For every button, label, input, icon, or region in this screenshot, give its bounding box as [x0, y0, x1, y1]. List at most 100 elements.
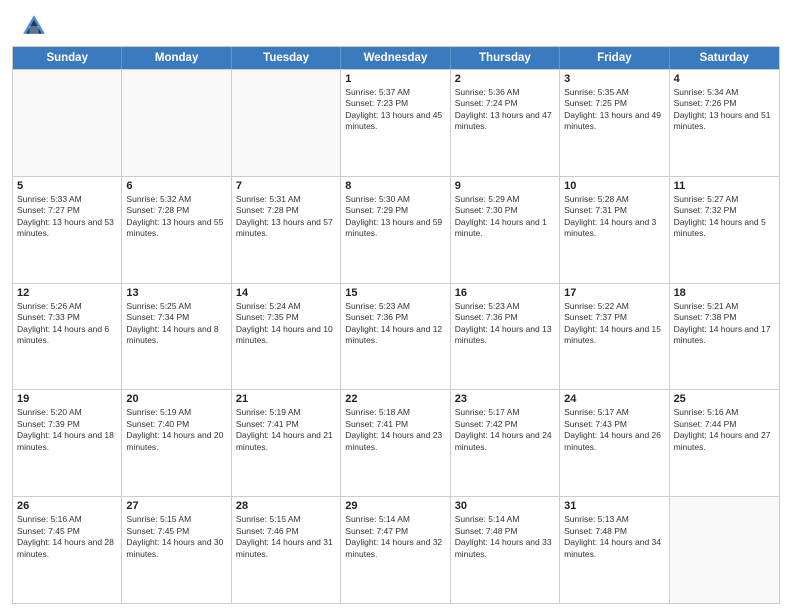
- cell-sun-info: Sunrise: 5:22 AM Sunset: 7:37 PM Dayligh…: [564, 301, 664, 347]
- cell-sun-info: Sunrise: 5:34 AM Sunset: 7:26 PM Dayligh…: [674, 87, 775, 133]
- cell-sun-info: Sunrise: 5:27 AM Sunset: 7:32 PM Dayligh…: [674, 194, 775, 240]
- calendar-week: 26 Sunrise: 5:16 AM Sunset: 7:45 PM Dayli…: [13, 496, 779, 603]
- day-number: 30: [455, 500, 555, 512]
- cell-sun-info: Sunrise: 5:31 AM Sunset: 7:28 PM Dayligh…: [236, 194, 336, 240]
- day-number: 7: [236, 180, 336, 192]
- day-number: 18: [674, 287, 775, 299]
- cell-sun-info: Sunrise: 5:23 AM Sunset: 7:36 PM Dayligh…: [345, 301, 445, 347]
- calendar-cell: 8Sunrise: 5:30 AM Sunset: 7:29 PM Daylig…: [341, 177, 450, 283]
- day-number: 26: [17, 500, 117, 512]
- day-number: 16: [455, 287, 555, 299]
- day-number: 12: [17, 287, 117, 299]
- day-number: 3: [564, 73, 664, 85]
- cell-sun-info: Sunrise: 5:19 AM Sunset: 7:40 PM Dayligh…: [126, 407, 226, 453]
- header: [0, 0, 792, 46]
- calendar-week: 1Sunrise: 5:37 AM Sunset: 7:23 PM Daylig…: [13, 69, 779, 176]
- day-number: 23: [455, 393, 555, 405]
- calendar-week: 5 Sunrise: 5:33 AM Sunset: 7:27 PM Daylig…: [13, 176, 779, 283]
- day-number: 8: [345, 180, 445, 192]
- calendar-cell: [670, 497, 779, 603]
- calendar-cell: 26 Sunrise: 5:16 AM Sunset: 7:45 PM Dayli…: [13, 497, 122, 603]
- day-number: 9: [455, 180, 555, 192]
- cell-sun-info: Sunrise: 5:18 AM Sunset: 7:41 PM Dayligh…: [345, 407, 445, 453]
- calendar-cell: 7 Sunrise: 5:31 AM Sunset: 7:28 PM Daylig…: [232, 177, 341, 283]
- cell-sun-info: Sunrise: 5:16 AM Sunset: 7:45 PM Dayligh…: [17, 514, 117, 560]
- cell-sun-info: Sunrise: 5:28 AM Sunset: 7:31 PM Dayligh…: [564, 194, 664, 240]
- cell-sun-info: Sunrise: 5:17 AM Sunset: 7:43 PM Dayligh…: [564, 407, 664, 453]
- day-number: 5: [17, 180, 117, 192]
- cell-sun-info: Sunrise: 5:24 AM Sunset: 7:35 PM Dayligh…: [236, 301, 336, 347]
- calendar-cell: 28 Sunrise: 5:15 AM Sunset: 7:46 PM Dayli…: [232, 497, 341, 603]
- cell-sun-info: Sunrise: 5:29 AM Sunset: 7:30 PM Dayligh…: [455, 194, 555, 240]
- cell-sun-info: Sunrise: 5:25 AM Sunset: 7:34 PM Dayligh…: [126, 301, 226, 347]
- page: SundayMondayTuesdayWednesdayThursdayFrid…: [0, 0, 792, 612]
- calendar-cell: 13 Sunrise: 5:25 AM Sunset: 7:34 PM Dayli…: [122, 284, 231, 390]
- calendar-cell: 23 Sunrise: 5:17 AM Sunset: 7:42 PM Dayli…: [451, 390, 560, 496]
- calendar: SundayMondayTuesdayWednesdayThursdayFrid…: [12, 46, 780, 604]
- cell-sun-info: Sunrise: 5:13 AM Sunset: 7:48 PM Dayligh…: [564, 514, 664, 560]
- day-number: 25: [674, 393, 775, 405]
- calendar-cell: 21 Sunrise: 5:19 AM Sunset: 7:41 PM Dayli…: [232, 390, 341, 496]
- calendar-header-cell: Monday: [122, 47, 231, 69]
- calendar-cell: 18Sunrise: 5:21 AM Sunset: 7:38 PM Dayli…: [670, 284, 779, 390]
- cell-sun-info: Sunrise: 5:36 AM Sunset: 7:24 PM Dayligh…: [455, 87, 555, 133]
- day-number: 11: [674, 180, 775, 192]
- cell-sun-info: Sunrise: 5:32 AM Sunset: 7:28 PM Dayligh…: [126, 194, 226, 240]
- calendar-cell: 2 Sunrise: 5:36 AM Sunset: 7:24 PM Daylig…: [451, 70, 560, 176]
- day-number: 14: [236, 287, 336, 299]
- calendar-cell: 31 Sunrise: 5:13 AM Sunset: 7:48 PM Dayli…: [560, 497, 669, 603]
- calendar-header: SundayMondayTuesdayWednesdayThursdayFrid…: [13, 47, 779, 69]
- cell-sun-info: Sunrise: 5:14 AM Sunset: 7:48 PM Dayligh…: [455, 514, 555, 560]
- calendar-header-cell: Thursday: [451, 47, 560, 69]
- cell-sun-info: Sunrise: 5:15 AM Sunset: 7:45 PM Dayligh…: [126, 514, 226, 560]
- day-number: 28: [236, 500, 336, 512]
- logo: [20, 12, 52, 40]
- calendar-cell: 29 Sunrise: 5:14 AM Sunset: 7:47 PM Dayli…: [341, 497, 450, 603]
- calendar-header-cell: Wednesday: [341, 47, 450, 69]
- calendar-cell: 25 Sunrise: 5:16 AM Sunset: 7:44 PM Dayli…: [670, 390, 779, 496]
- calendar-cell: 17 Sunrise: 5:22 AM Sunset: 7:37 PM Dayli…: [560, 284, 669, 390]
- day-number: 17: [564, 287, 664, 299]
- calendar-cell: 30 Sunrise: 5:14 AM Sunset: 7:48 PM Dayli…: [451, 497, 560, 603]
- calendar-header-cell: Friday: [560, 47, 669, 69]
- day-number: 31: [564, 500, 664, 512]
- day-number: 29: [345, 500, 445, 512]
- day-number: 21: [236, 393, 336, 405]
- cell-sun-info: Sunrise: 5:26 AM Sunset: 7:33 PM Dayligh…: [17, 301, 117, 347]
- calendar-cell: 5 Sunrise: 5:33 AM Sunset: 7:27 PM Daylig…: [13, 177, 122, 283]
- day-number: 15: [345, 287, 445, 299]
- calendar-cell: 9 Sunrise: 5:29 AM Sunset: 7:30 PM Daylig…: [451, 177, 560, 283]
- calendar-cell: 1Sunrise: 5:37 AM Sunset: 7:23 PM Daylig…: [341, 70, 450, 176]
- day-number: 24: [564, 393, 664, 405]
- calendar-cell: [232, 70, 341, 176]
- cell-sun-info: Sunrise: 5:19 AM Sunset: 7:41 PM Dayligh…: [236, 407, 336, 453]
- day-number: 19: [17, 393, 117, 405]
- calendar-cell: 3 Sunrise: 5:35 AM Sunset: 7:25 PM Daylig…: [560, 70, 669, 176]
- calendar-cell: 12 Sunrise: 5:26 AM Sunset: 7:33 PM Dayli…: [13, 284, 122, 390]
- cell-sun-info: Sunrise: 5:15 AM Sunset: 7:46 PM Dayligh…: [236, 514, 336, 560]
- cell-sun-info: Sunrise: 5:20 AM Sunset: 7:39 PM Dayligh…: [17, 407, 117, 453]
- day-number: 22: [345, 393, 445, 405]
- cell-sun-info: Sunrise: 5:35 AM Sunset: 7:25 PM Dayligh…: [564, 87, 664, 133]
- calendar-cell: 6 Sunrise: 5:32 AM Sunset: 7:28 PM Daylig…: [122, 177, 231, 283]
- cell-sun-info: Sunrise: 5:16 AM Sunset: 7:44 PM Dayligh…: [674, 407, 775, 453]
- calendar-cell: 15 Sunrise: 5:23 AM Sunset: 7:36 PM Dayli…: [341, 284, 450, 390]
- calendar-cell: 11 Sunrise: 5:27 AM Sunset: 7:32 PM Dayli…: [670, 177, 779, 283]
- day-number: 1: [345, 73, 445, 85]
- calendar-cell: 24 Sunrise: 5:17 AM Sunset: 7:43 PM Dayli…: [560, 390, 669, 496]
- cell-sun-info: Sunrise: 5:33 AM Sunset: 7:27 PM Dayligh…: [17, 194, 117, 240]
- cell-sun-info: Sunrise: 5:14 AM Sunset: 7:47 PM Dayligh…: [345, 514, 445, 560]
- day-number: 27: [126, 500, 226, 512]
- calendar-cell: 14 Sunrise: 5:24 AM Sunset: 7:35 PM Dayli…: [232, 284, 341, 390]
- calendar-cell: 20Sunrise: 5:19 AM Sunset: 7:40 PM Dayli…: [122, 390, 231, 496]
- day-number: 2: [455, 73, 555, 85]
- day-number: 13: [126, 287, 226, 299]
- calendar-header-cell: Sunday: [13, 47, 122, 69]
- logo-icon: [20, 12, 48, 40]
- cell-sun-info: Sunrise: 5:17 AM Sunset: 7:42 PM Dayligh…: [455, 407, 555, 453]
- day-number: 10: [564, 180, 664, 192]
- day-number: 6: [126, 180, 226, 192]
- calendar-body: 1Sunrise: 5:37 AM Sunset: 7:23 PM Daylig…: [13, 69, 779, 603]
- calendar-week: 12 Sunrise: 5:26 AM Sunset: 7:33 PM Dayli…: [13, 283, 779, 390]
- calendar-header-cell: Saturday: [670, 47, 779, 69]
